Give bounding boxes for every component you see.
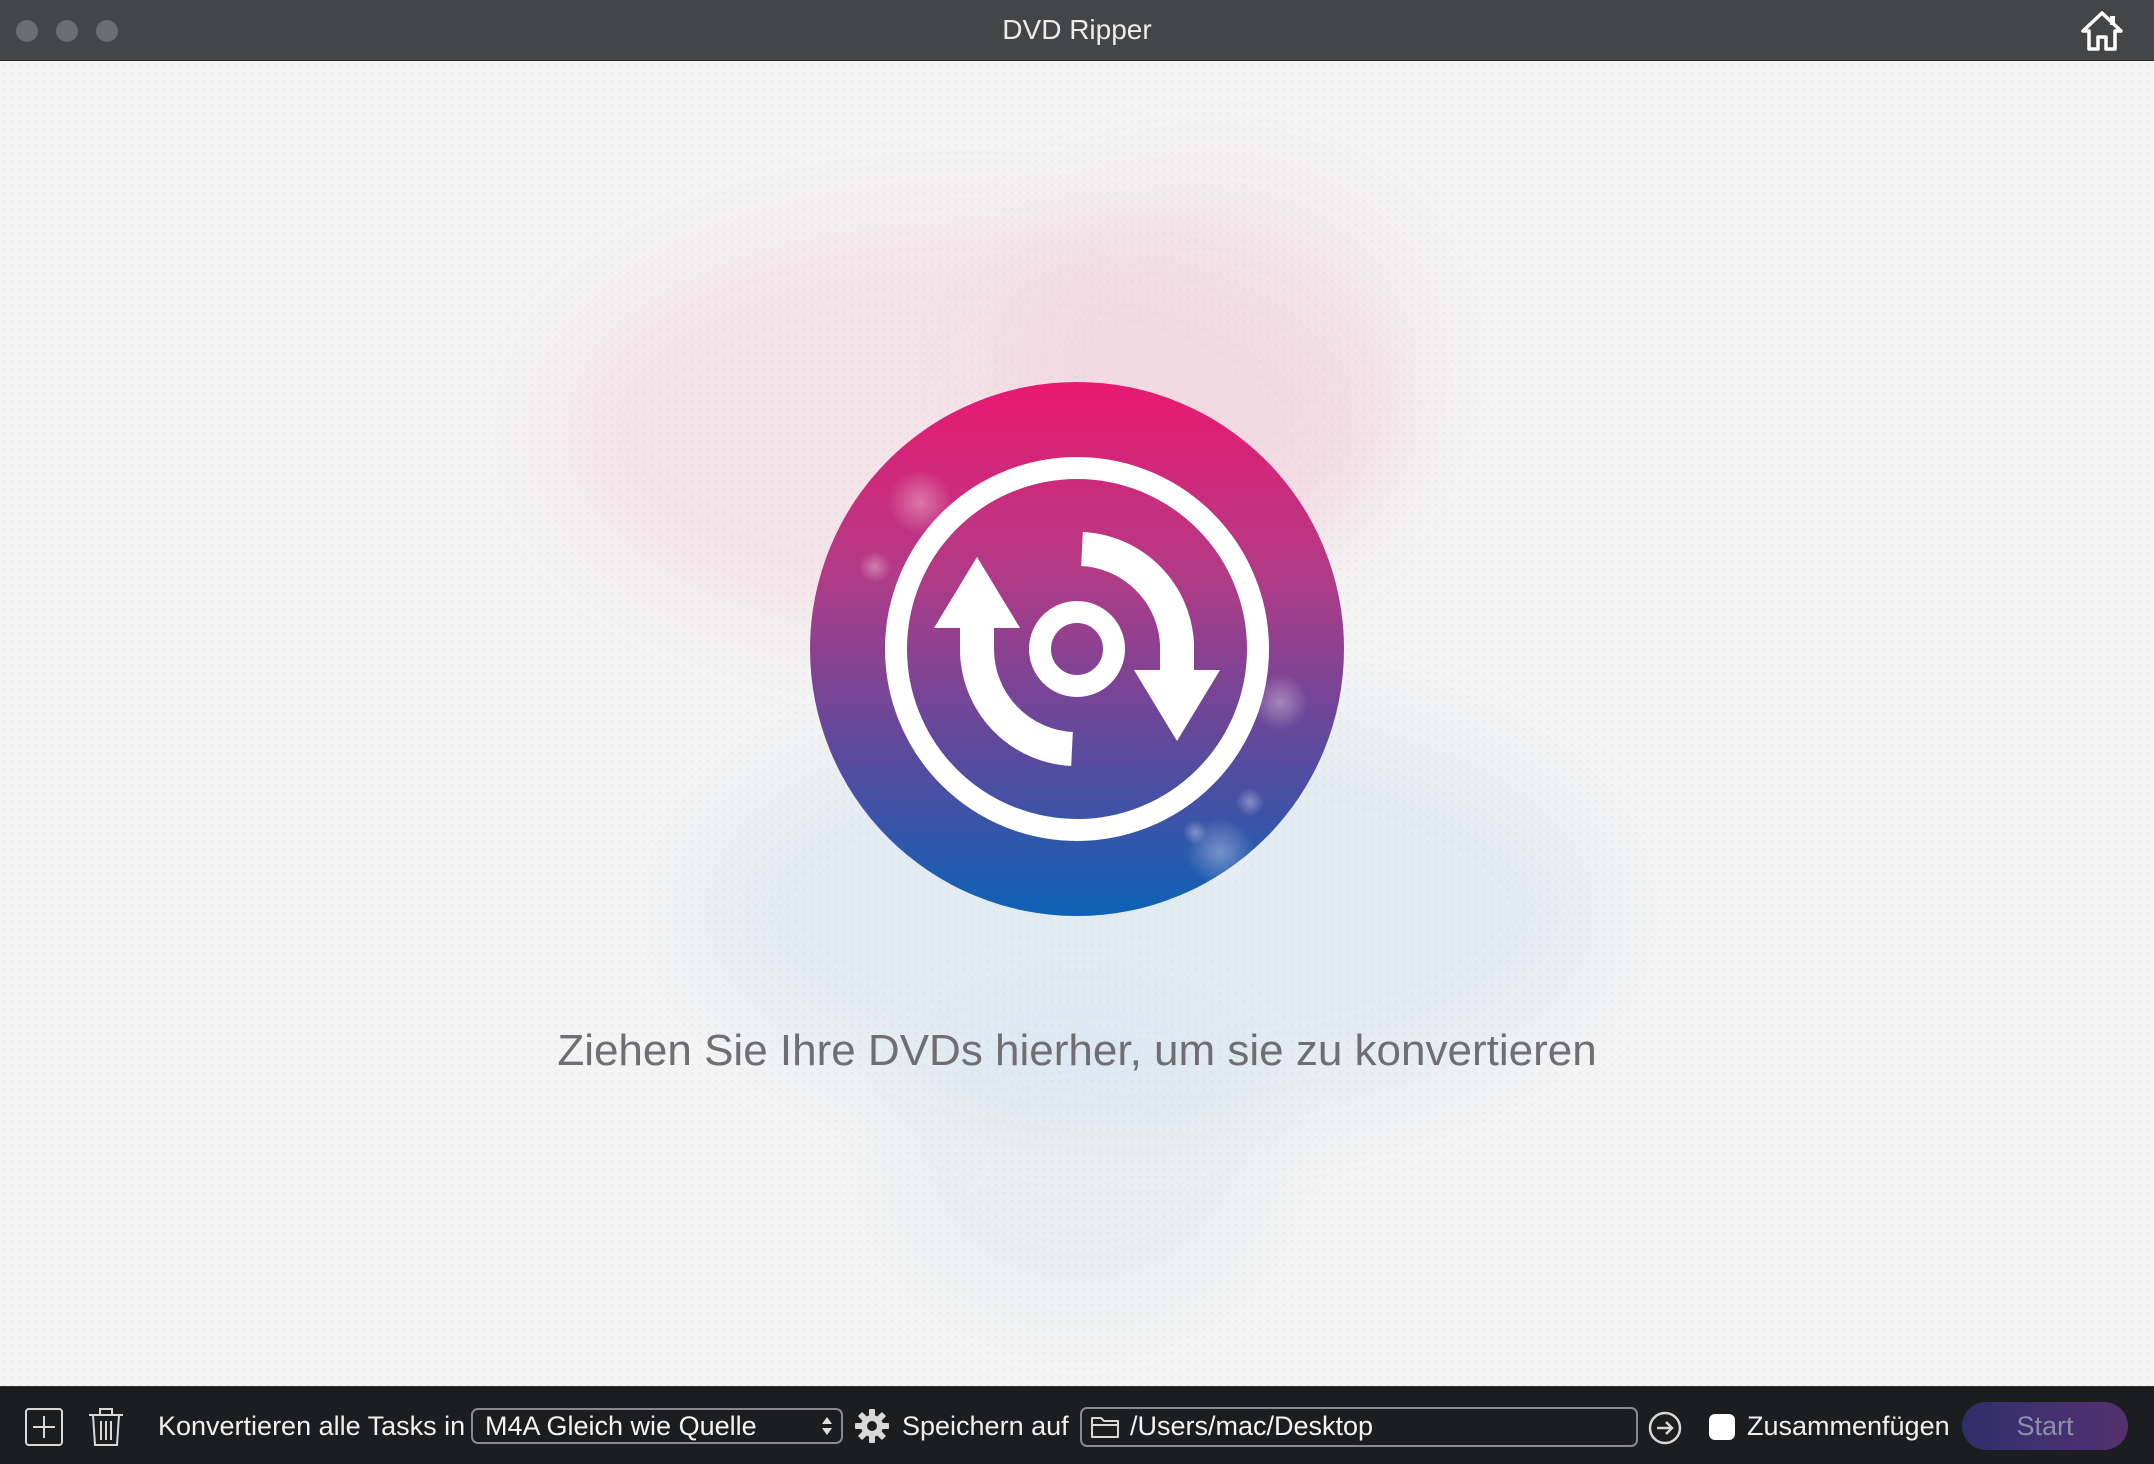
start-button[interactable]: Start (1962, 1402, 2128, 1450)
convert-all-label: Konvertieren alle Tasks in (158, 1411, 466, 1441)
home-button[interactable] (2080, 10, 2124, 52)
gear-icon (855, 1409, 889, 1443)
title-bar: DVD Ripper (0, 0, 2154, 61)
arrow-right-circle-icon (1648, 1411, 1682, 1445)
open-folder-button[interactable] (1648, 1411, 1682, 1445)
output-path-field[interactable]: /Users/mac/Desktop (1080, 1407, 1638, 1447)
dvd-convert-icon (810, 382, 1344, 916)
window-title: DVD Ripper (1002, 14, 1152, 45)
home-icon (2081, 11, 2123, 51)
folder-icon (1091, 1417, 1119, 1438)
bottom-toolbar: Konvertieren alle Tasks in M4A Gleich wi… (0, 1386, 2154, 1464)
drop-area[interactable]: Ziehen Sie Ihre DVDs hierher, um sie zu … (0, 61, 2154, 1386)
merge-checkbox[interactable] (1709, 1414, 1735, 1440)
save-to-label: Speichern auf (902, 1411, 1069, 1441)
output-path-value: /Users/mac/Desktop (1130, 1411, 1374, 1441)
plus-icon (25, 1408, 63, 1446)
output-format-select[interactable]: M4A Gleich wie Quelle (471, 1408, 843, 1444)
output-format-value: M4A Gleich wie Quelle (485, 1411, 757, 1441)
merge-label: Zusammenfügen (1747, 1411, 1950, 1441)
drop-hint-text: Ziehen Sie Ihre DVDs hierher, um sie zu … (557, 1026, 1597, 1075)
add-files-button[interactable] (24, 1407, 64, 1447)
app-window: DVD Ripper Ziehen Sie Ihre DVDs hierher,… (0, 0, 2154, 1464)
trash-icon (89, 1408, 123, 1446)
format-settings-button[interactable] (854, 1408, 890, 1444)
select-arrows-icon (822, 1417, 832, 1435)
delete-button[interactable] (86, 1407, 126, 1447)
